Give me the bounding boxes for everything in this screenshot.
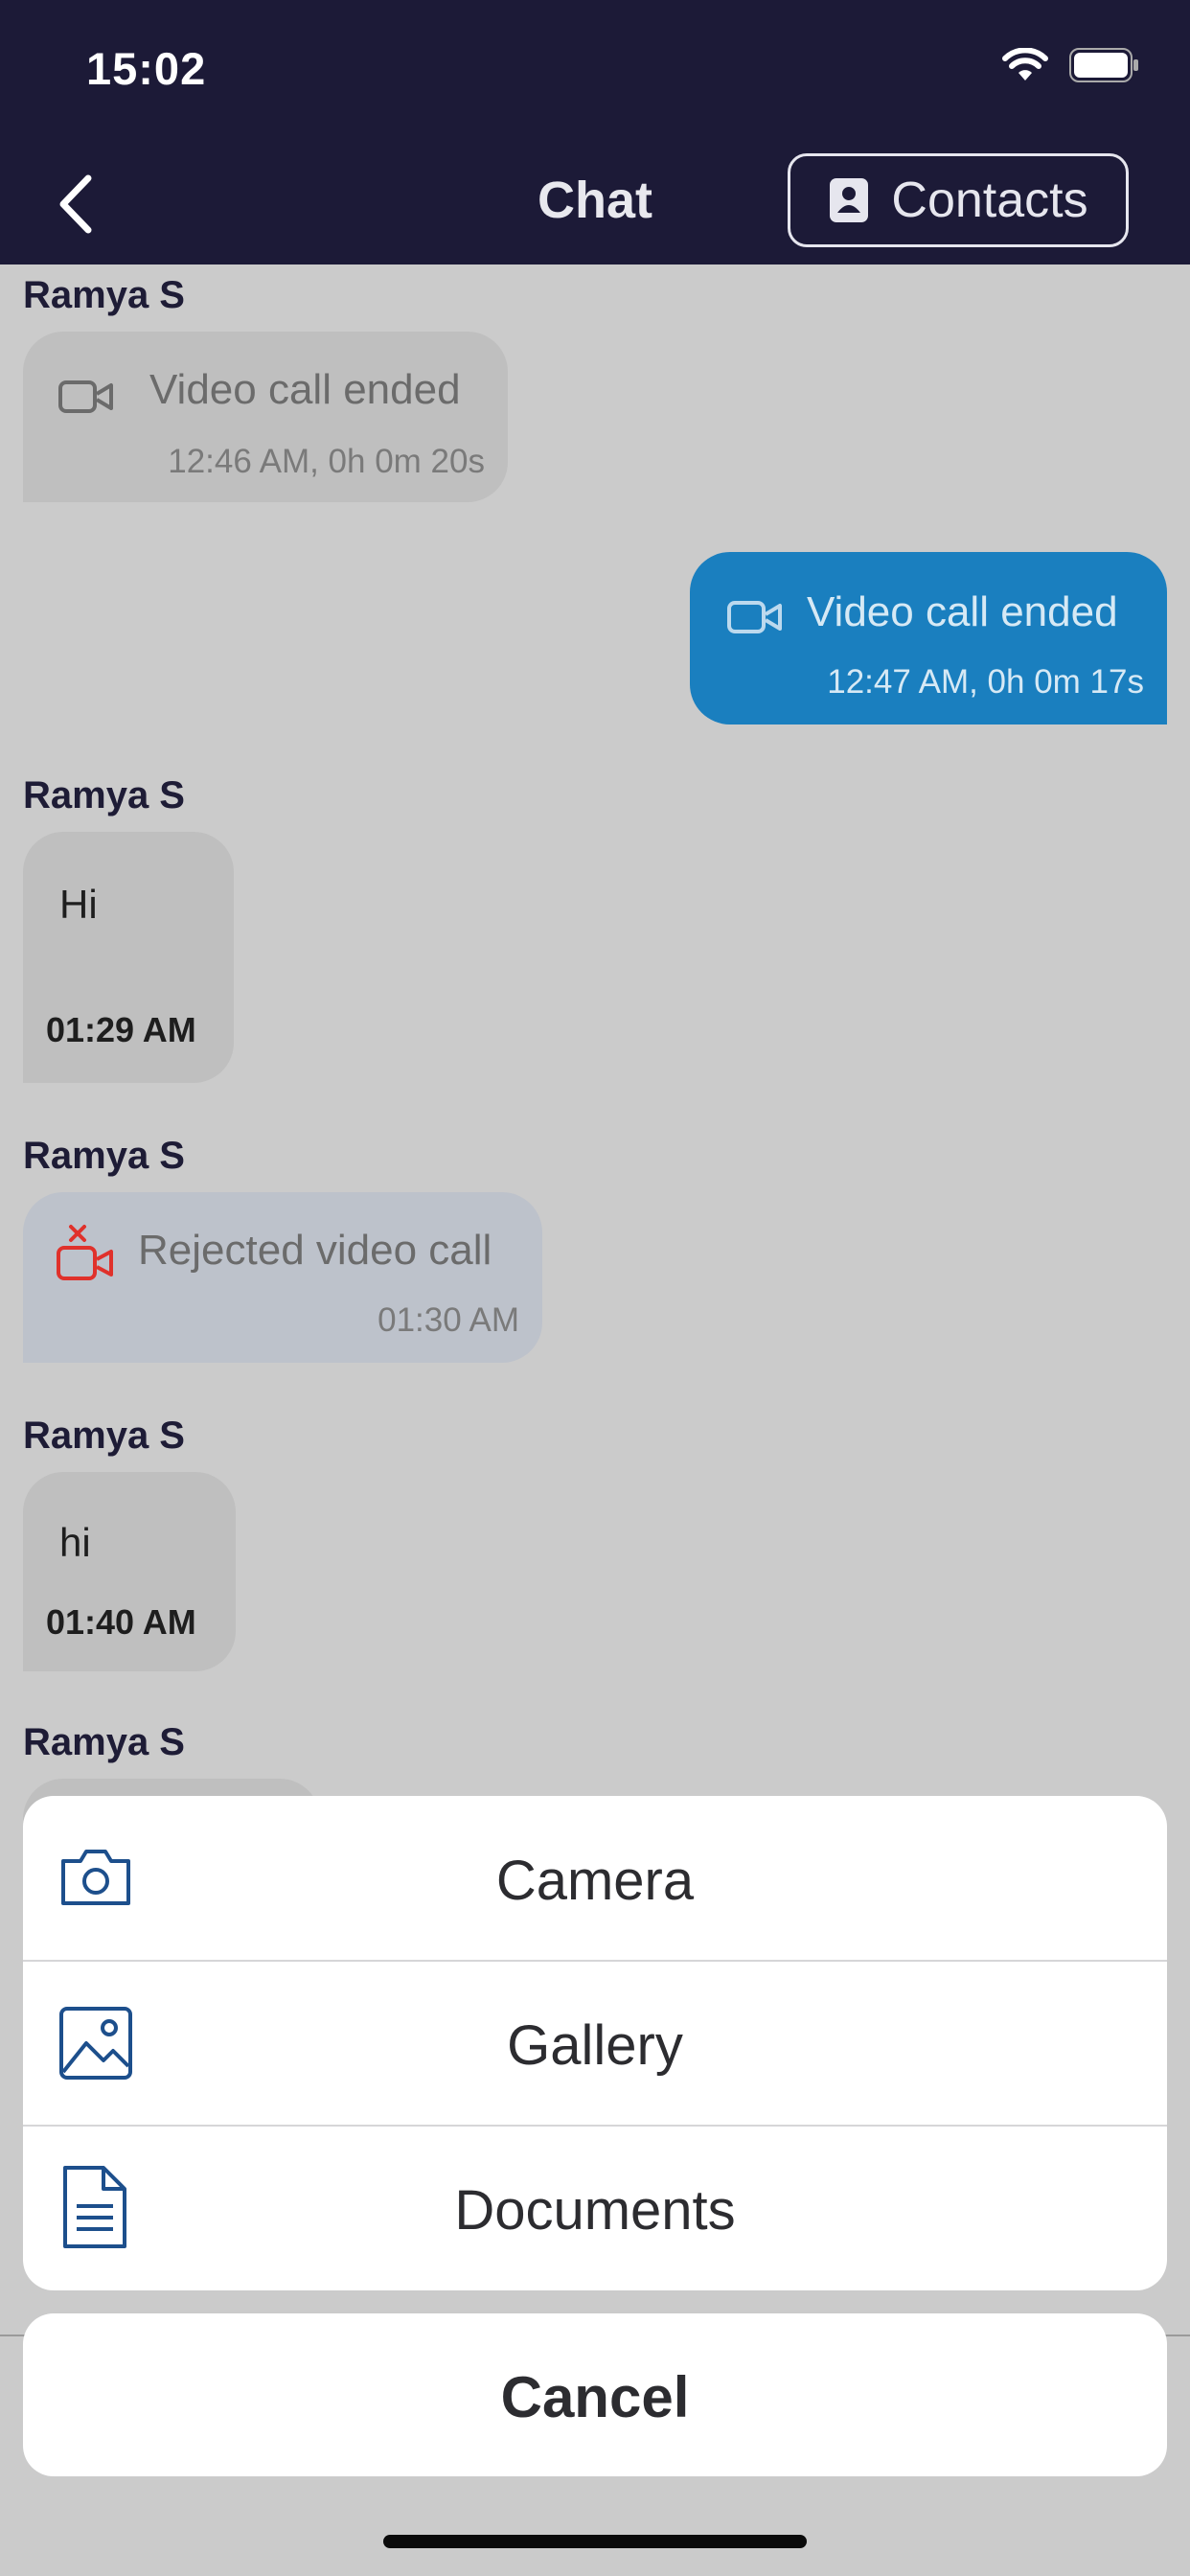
missed-video-call-icon — [57, 1225, 113, 1280]
sender-name: Ramya S — [23, 1721, 185, 1763]
message-text: hi — [59, 1520, 91, 1565]
sender-name: Ramya S — [23, 774, 185, 816]
message-text: Hi — [59, 882, 98, 927]
call-status-text: Video call ended — [807, 588, 1118, 635]
wifi-icon — [1002, 48, 1048, 80]
call-bubble[interactable]: Video call ended 12:46 AM, 0h 0m 20s — [23, 332, 508, 502]
sender-name: Ramya S — [23, 274, 185, 316]
call-bubble-outgoing[interactable]: Video call ended 12:47 AM, 0h 0m 17s — [690, 552, 1167, 724]
call-timestamp: 01:30 AM — [378, 1301, 519, 1339]
message-bubble[interactable]: Hi 01:29 AM — [23, 832, 234, 1083]
camera-label: Camera — [495, 1850, 695, 1912]
documents-option[interactable]: Documents — [23, 2126, 1167, 2290]
contacts-button[interactable]: Contacts — [788, 153, 1129, 247]
cancel-button[interactable]: Cancel — [23, 2313, 1167, 2476]
call-status-text: Rejected video call — [138, 1227, 492, 1274]
battery-icon — [1069, 48, 1138, 82]
home-indicator[interactable] — [383, 2535, 807, 2548]
call-status-text: Video call ended — [149, 366, 461, 413]
status-icons — [1002, 48, 1140, 82]
status-time: 15:02 — [86, 43, 207, 94]
sender-name: Ramya S — [23, 1414, 185, 1457]
message-bubble[interactable]: hi 01:40 AM — [23, 1472, 236, 1671]
gallery-label: Gallery — [507, 2014, 683, 2077]
call-timestamp: 12:46 AM, 0h 0m 20s — [168, 443, 485, 480]
message-time: 01:40 AM — [46, 1602, 196, 1642]
contact-book-icon — [830, 178, 869, 222]
video-camera-icon — [58, 380, 113, 413]
call-timestamp: 12:47 AM, 0h 0m 17s — [827, 663, 1144, 701]
nav-bar: Chat Contacts — [0, 144, 1190, 264]
attachment-action-sheet: Camera Gallery Documents — [23, 1796, 1167, 2290]
rejected-call-bubble[interactable]: Rejected video call 01:30 AM — [23, 1192, 542, 1363]
documents-label: Documents — [454, 2179, 736, 2242]
sender-name: Ramya S — [23, 1135, 185, 1177]
status-bar: 15:02 — [0, 0, 1190, 144]
message-time: 01:29 AM — [46, 1010, 196, 1049]
video-camera-icon — [727, 601, 782, 633]
contacts-label: Contacts — [891, 172, 1088, 228]
gallery-option[interactable]: Gallery — [23, 1961, 1167, 2126]
cancel-label: Cancel — [500, 2365, 690, 2429]
camera-option[interactable]: Camera — [23, 1796, 1167, 1961]
